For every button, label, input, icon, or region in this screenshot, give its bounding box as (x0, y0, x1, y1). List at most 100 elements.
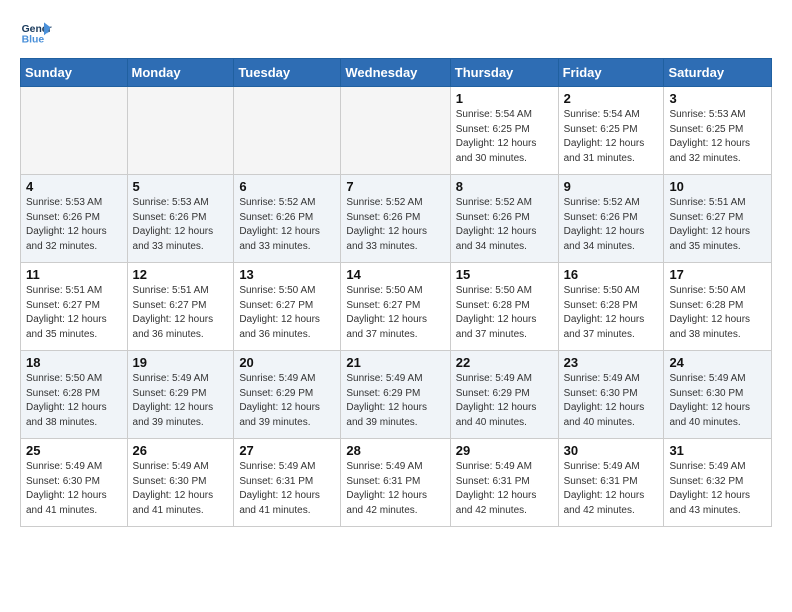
day-info: Sunrise: 5:51 AM Sunset: 6:27 PM Dayligh… (133, 284, 229, 342)
day-number: 23 (564, 355, 659, 370)
calendar-cell: 17Sunrise: 5:50 AM Sunset: 6:28 PM Dayli… (664, 263, 772, 351)
page-header: General Blue (20, 16, 772, 48)
calendar-cell: 9 Sunrise: 5:52 AM Sunset: 6:26 PM Daylig… (558, 175, 664, 263)
day-info: Sunrise: 5:54 AM Sunset: 6:25 PM Dayligh… (456, 108, 553, 166)
day-info: Sunrise: 5:49 AM Sunset: 6:30 PM Dayligh… (669, 372, 766, 430)
day-info: Sunrise: 5:49 AM Sunset: 6:29 PM Dayligh… (133, 372, 229, 430)
day-info: Sunrise: 5:50 AM Sunset: 6:28 PM Dayligh… (456, 284, 553, 342)
day-number: 3 (669, 91, 766, 106)
calendar-cell: 11 Sunrise: 5:51 AM Sunset: 6:27 PM Dayli… (21, 263, 128, 351)
calendar-cell: 3 Sunrise: 5:53 AM Sunset: 6:25 PM Daylig… (664, 87, 772, 175)
calendar-cell: 1 Sunrise: 5:54 AM Sunset: 6:25 PM Daylig… (450, 87, 558, 175)
day-number: 11 (26, 267, 122, 282)
day-number: 21 (346, 355, 444, 370)
day-info: Sunrise: 5:49 AM Sunset: 6:31 PM Dayligh… (456, 460, 553, 518)
day-number: 1 (456, 91, 553, 106)
calendar-cell (21, 87, 128, 175)
day-number: 4 (26, 179, 122, 194)
calendar-cell: 6 Sunrise: 5:52 AM Sunset: 6:26 PM Daylig… (234, 175, 341, 263)
day-info: Sunrise: 5:49 AM Sunset: 6:31 PM Dayligh… (346, 460, 444, 518)
calendar-cell: 23 Sunrise: 5:49 AM Sunset: 6:30 PM Dayli… (558, 351, 664, 439)
day-info: Sunrise: 5:49 AM Sunset: 6:30 PM Dayligh… (26, 460, 122, 518)
day-info: Sunrise: 5:51 AM Sunset: 6:27 PM Dayligh… (26, 284, 122, 342)
day-info: Sunrise: 5:54 AM Sunset: 6:25 PM Dayligh… (564, 108, 659, 166)
day-info: Sunrise: 5:53 AM Sunset: 6:26 PM Dayligh… (133, 196, 229, 254)
calendar-header-row: SundayMondayTuesdayWednesdayThursdayFrid… (21, 59, 772, 87)
day-info: Sunrise: 5:50 AM Sunset: 6:27 PM Dayligh… (239, 284, 335, 342)
day-number: 20 (239, 355, 335, 370)
calendar-cell (127, 87, 234, 175)
day-info: Sunrise: 5:53 AM Sunset: 6:25 PM Dayligh… (669, 108, 766, 166)
day-number: 15 (456, 267, 553, 282)
day-header-thursday: Thursday (450, 59, 558, 87)
calendar-cell: 24 Sunrise: 5:49 AM Sunset: 6:30 PM Dayli… (664, 351, 772, 439)
day-number: 27 (239, 443, 335, 458)
calendar-cell: 2 Sunrise: 5:54 AM Sunset: 6:25 PM Daylig… (558, 87, 664, 175)
day-info: Sunrise: 5:53 AM Sunset: 6:26 PM Dayligh… (26, 196, 122, 254)
day-number: 8 (456, 179, 553, 194)
day-header-wednesday: Wednesday (341, 59, 450, 87)
day-number: 6 (239, 179, 335, 194)
day-number: 18 (26, 355, 122, 370)
calendar-cell: 18Sunrise: 5:50 AM Sunset: 6:28 PM Dayli… (21, 351, 128, 439)
day-header-monday: Monday (127, 59, 234, 87)
day-number: 17 (669, 267, 766, 282)
day-info: Sunrise: 5:49 AM Sunset: 6:30 PM Dayligh… (133, 460, 229, 518)
calendar-cell: 8 Sunrise: 5:52 AM Sunset: 6:26 PM Daylig… (450, 175, 558, 263)
calendar-week-row: 11 Sunrise: 5:51 AM Sunset: 6:27 PM Dayli… (21, 263, 772, 351)
day-number: 26 (133, 443, 229, 458)
calendar-week-row: 18Sunrise: 5:50 AM Sunset: 6:28 PM Dayli… (21, 351, 772, 439)
day-number: 7 (346, 179, 444, 194)
calendar-cell: 31Sunrise: 5:49 AM Sunset: 6:32 PM Dayli… (664, 439, 772, 527)
day-info: Sunrise: 5:49 AM Sunset: 6:32 PM Dayligh… (669, 460, 766, 518)
day-number: 24 (669, 355, 766, 370)
day-number: 13 (239, 267, 335, 282)
calendar-cell: 10Sunrise: 5:51 AM Sunset: 6:27 PM Dayli… (664, 175, 772, 263)
day-number: 22 (456, 355, 553, 370)
day-header-saturday: Saturday (664, 59, 772, 87)
day-info: Sunrise: 5:52 AM Sunset: 6:26 PM Dayligh… (456, 196, 553, 254)
day-number: 5 (133, 179, 229, 194)
day-info: Sunrise: 5:50 AM Sunset: 6:27 PM Dayligh… (346, 284, 444, 342)
day-number: 16 (564, 267, 659, 282)
calendar-cell: 4 Sunrise: 5:53 AM Sunset: 6:26 PM Daylig… (21, 175, 128, 263)
day-info: Sunrise: 5:49 AM Sunset: 6:31 PM Dayligh… (564, 460, 659, 518)
calendar-week-row: 4 Sunrise: 5:53 AM Sunset: 6:26 PM Daylig… (21, 175, 772, 263)
day-info: Sunrise: 5:49 AM Sunset: 6:30 PM Dayligh… (564, 372, 659, 430)
day-number: 19 (133, 355, 229, 370)
day-info: Sunrise: 5:52 AM Sunset: 6:26 PM Dayligh… (239, 196, 335, 254)
calendar-cell: 14 Sunrise: 5:50 AM Sunset: 6:27 PM Dayli… (341, 263, 450, 351)
day-number: 10 (669, 179, 766, 194)
logo: General Blue (20, 16, 52, 48)
day-header-friday: Friday (558, 59, 664, 87)
calendar-cell: 20 Sunrise: 5:49 AM Sunset: 6:29 PM Dayli… (234, 351, 341, 439)
calendar-cell: 16Sunrise: 5:50 AM Sunset: 6:28 PM Dayli… (558, 263, 664, 351)
calendar-cell: 27 Sunrise: 5:49 AM Sunset: 6:31 PM Dayli… (234, 439, 341, 527)
day-info: Sunrise: 5:52 AM Sunset: 6:26 PM Dayligh… (346, 196, 444, 254)
calendar-week-row: 1 Sunrise: 5:54 AM Sunset: 6:25 PM Daylig… (21, 87, 772, 175)
calendar-cell: 22 Sunrise: 5:49 AM Sunset: 6:29 PM Dayli… (450, 351, 558, 439)
day-number: 14 (346, 267, 444, 282)
calendar-cell: 28Sunrise: 5:49 AM Sunset: 6:31 PM Dayli… (341, 439, 450, 527)
calendar-cell: 25Sunrise: 5:49 AM Sunset: 6:30 PM Dayli… (21, 439, 128, 527)
day-number: 2 (564, 91, 659, 106)
calendar-cell: 15 Sunrise: 5:50 AM Sunset: 6:28 PM Dayli… (450, 263, 558, 351)
calendar-table: SundayMondayTuesdayWednesdayThursdayFrid… (20, 58, 772, 527)
day-info: Sunrise: 5:52 AM Sunset: 6:26 PM Dayligh… (564, 196, 659, 254)
calendar-cell (234, 87, 341, 175)
calendar-cell: 29 Sunrise: 5:49 AM Sunset: 6:31 PM Dayli… (450, 439, 558, 527)
day-info: Sunrise: 5:49 AM Sunset: 6:31 PM Dayligh… (239, 460, 335, 518)
calendar-cell (341, 87, 450, 175)
day-info: Sunrise: 5:49 AM Sunset: 6:29 PM Dayligh… (239, 372, 335, 430)
calendar-cell: 26 Sunrise: 5:49 AM Sunset: 6:30 PM Dayli… (127, 439, 234, 527)
day-info: Sunrise: 5:49 AM Sunset: 6:29 PM Dayligh… (456, 372, 553, 430)
svg-text:Blue: Blue (22, 34, 45, 45)
calendar-cell: 13 Sunrise: 5:50 AM Sunset: 6:27 PM Dayli… (234, 263, 341, 351)
day-number: 9 (564, 179, 659, 194)
day-info: Sunrise: 5:49 AM Sunset: 6:29 PM Dayligh… (346, 372, 444, 430)
calendar-week-row: 25Sunrise: 5:49 AM Sunset: 6:30 PM Dayli… (21, 439, 772, 527)
calendar-cell: 19 Sunrise: 5:49 AM Sunset: 6:29 PM Dayli… (127, 351, 234, 439)
day-number: 12 (133, 267, 229, 282)
calendar-cell: 7 Sunrise: 5:52 AM Sunset: 6:26 PM Daylig… (341, 175, 450, 263)
day-number: 29 (456, 443, 553, 458)
